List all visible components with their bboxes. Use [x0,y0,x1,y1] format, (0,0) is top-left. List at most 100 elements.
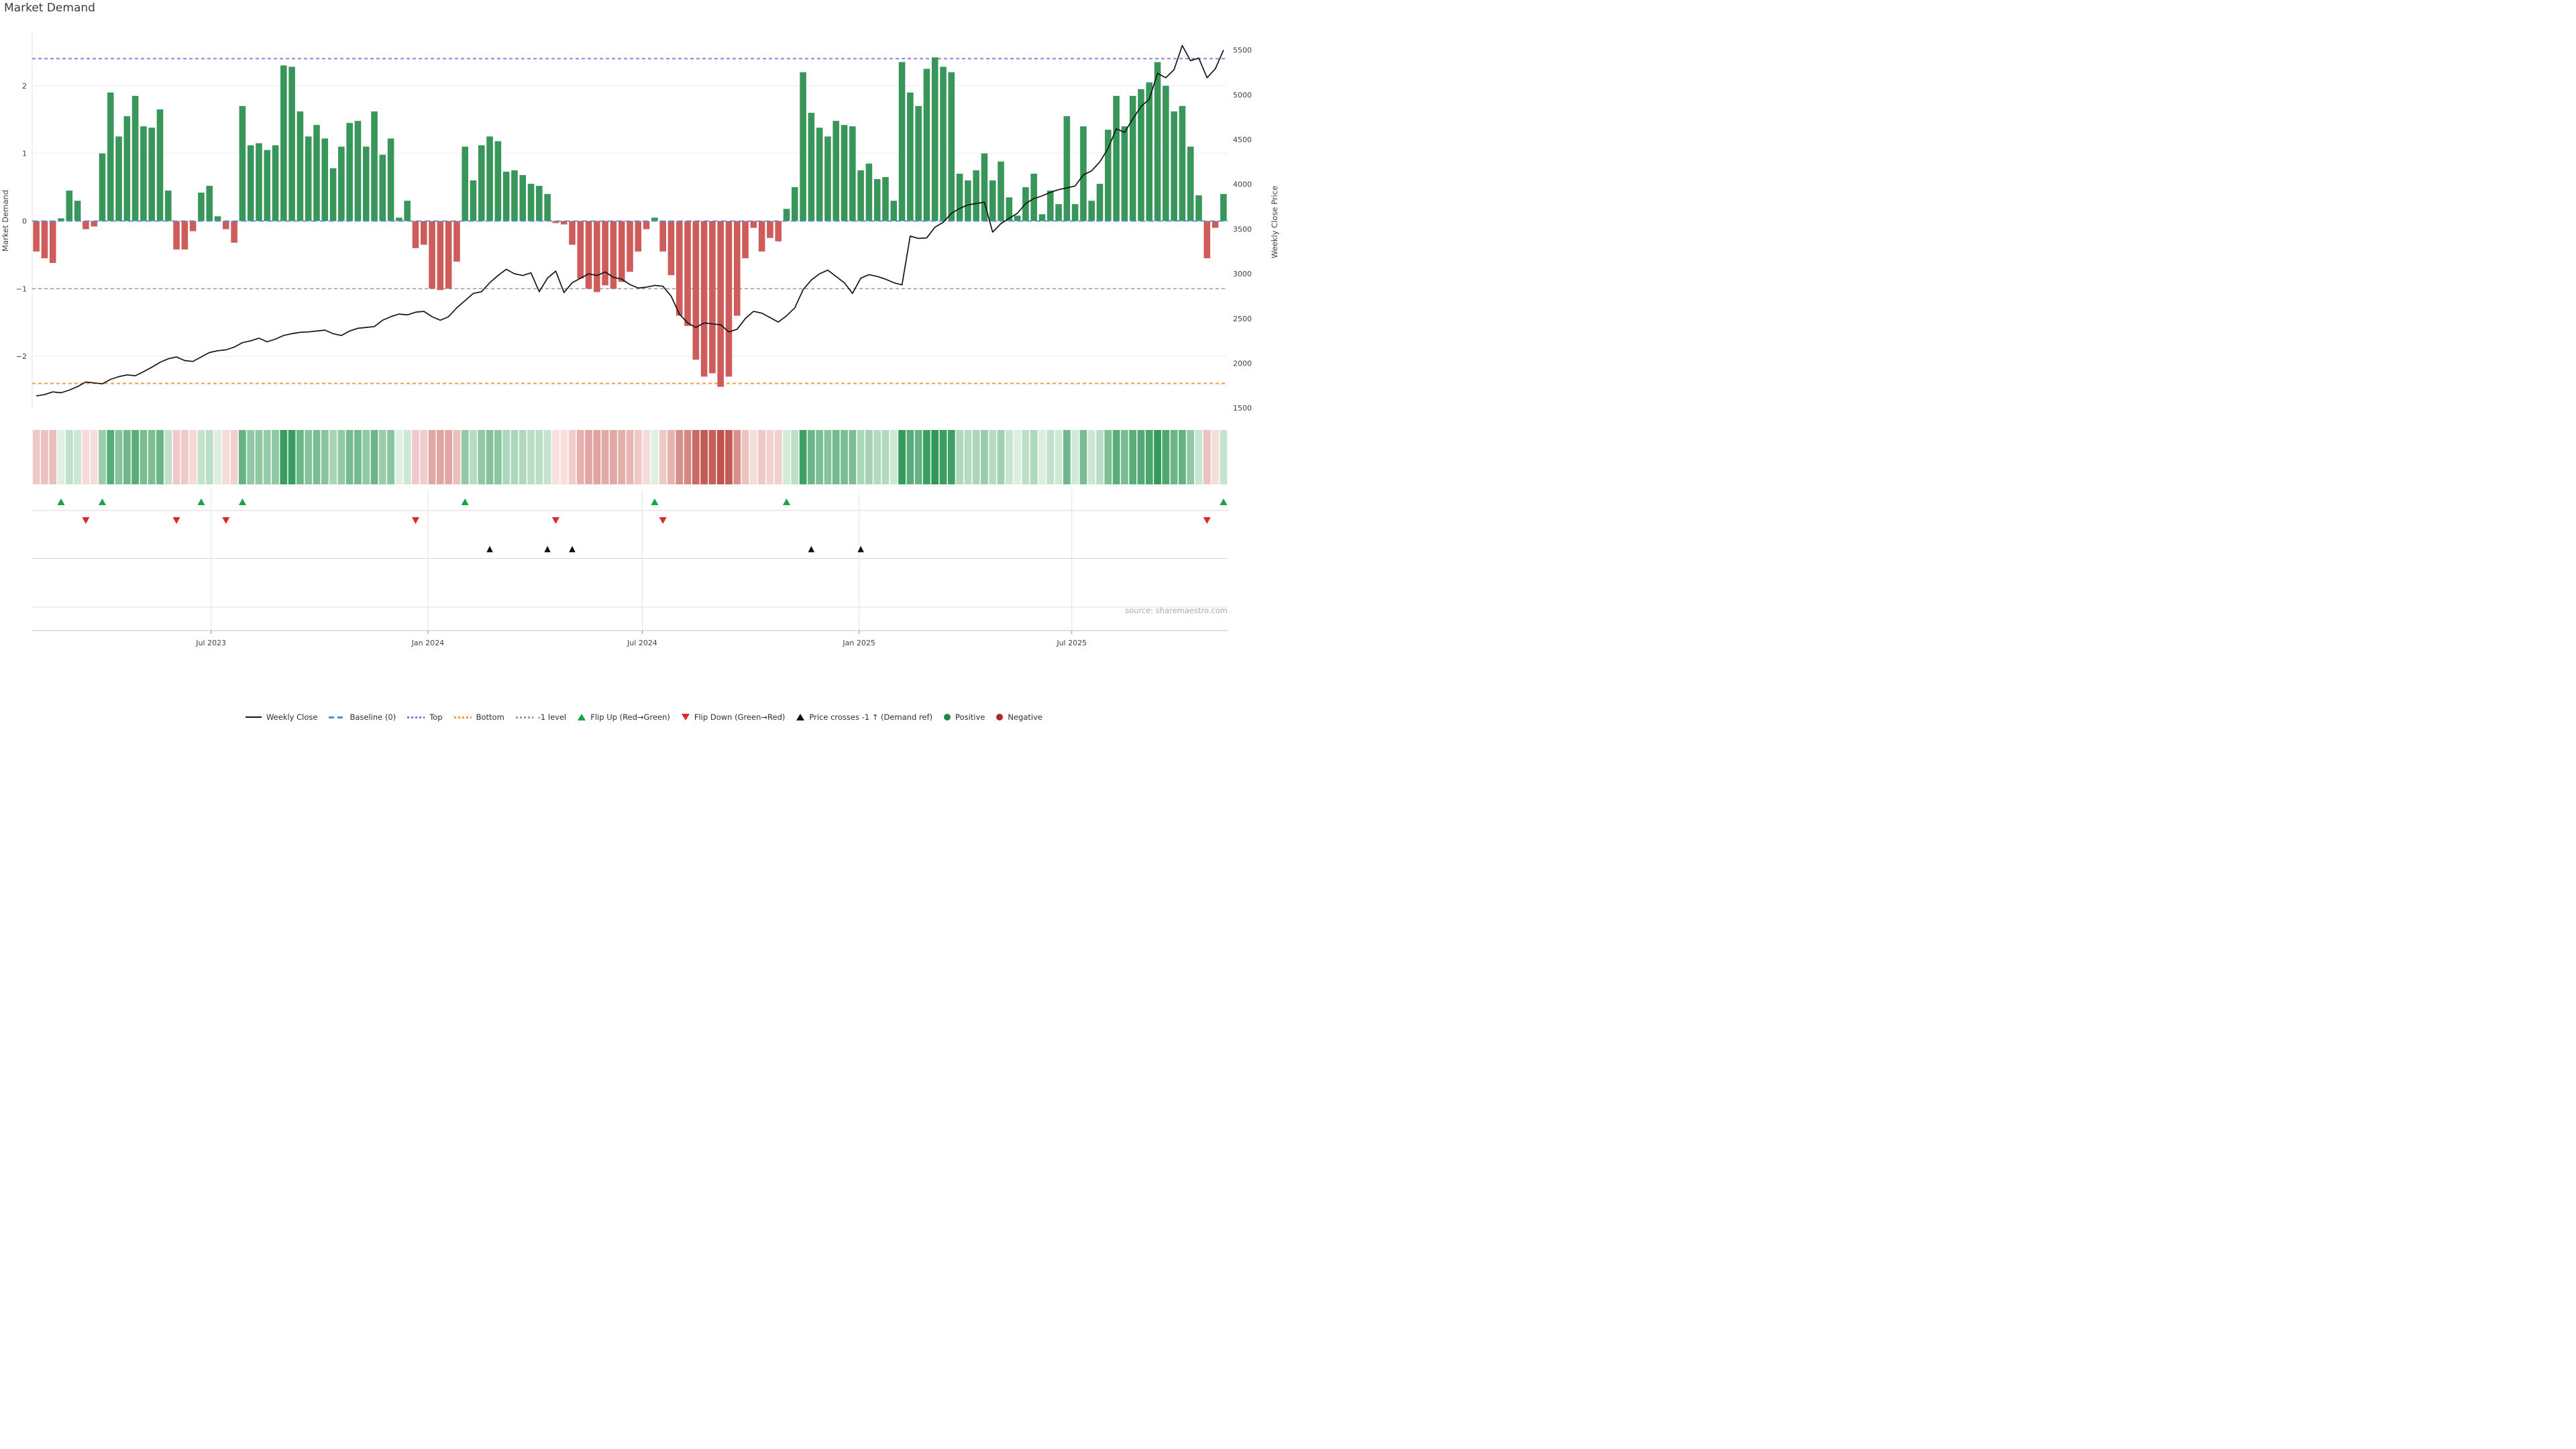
demand-bar [676,221,683,316]
demand-bar [668,221,675,276]
heatmap-cell [964,430,971,484]
demand-bar [1014,215,1021,221]
heatmap-cell [882,430,890,484]
heatmap-cell [552,430,559,484]
demand-bar [989,180,996,221]
demand-bar [742,221,749,258]
demand-bar [684,221,691,326]
y-left-tick-label: −1 [16,284,27,293]
demand-bar [659,221,666,252]
heatmap-cell [164,430,172,484]
legend-label: Bottom [476,712,504,722]
legend-label: Flip Up (Red→Green) [590,712,670,722]
demand-bar [726,221,733,377]
demand-bar [1187,147,1194,221]
heatmap-cell [1129,430,1136,484]
y-right-tick-label: 5500 [1233,46,1252,55]
demand-bar [91,221,97,227]
heatmap-cell [783,430,790,484]
demand-bar [313,125,320,221]
heatmap-cell [222,430,229,484]
demand-bar [157,109,164,221]
heatmap-cell [33,430,40,484]
price-cross-icon [569,546,576,553]
heatmap-cell [833,430,840,484]
legend-item: Weekly Close [246,712,318,722]
heatmap-cell [91,430,98,484]
demand-bar [536,186,543,221]
y-right-tick-label: 2500 [1233,315,1252,323]
heatmap-cell [948,430,955,484]
heatmap-cell [305,430,312,484]
heatmap-cell [502,430,510,484]
legend-item: Price crosses -1 ↑ (Demand ref) [796,712,932,722]
demand-bar [355,121,362,221]
demand-bars [33,57,1226,386]
legend-dash-icon [329,716,345,718]
demand-bar [264,150,270,221]
price-cross-icon [486,546,493,553]
demand-bar [83,221,89,229]
heatmap-cell [82,430,89,484]
heatmap-cell [535,430,543,484]
heatmap-cell [906,430,914,484]
heatmap-cell [1014,430,1021,484]
demand-bar [792,187,798,221]
heatmap-cell [767,430,774,484]
demand-bar [693,221,700,360]
heatmap-cell [1138,430,1145,484]
demand-bar [1072,204,1079,221]
demand-bar [717,221,724,387]
heatmap-cell [494,430,502,484]
heatmap-cell [107,430,114,484]
demand-bar [453,221,460,262]
legend-item: Baseline (0) [329,712,396,722]
demand-bar [940,67,947,221]
demand-bar [380,155,386,221]
flip-down-icon [552,517,559,524]
demand-bar [321,138,328,221]
demand-bar [148,127,155,221]
y-left-tick-label: 0 [22,217,27,226]
demand-bar [1113,96,1120,221]
legend-item: -1 level [516,712,566,722]
demand-bar [280,66,287,221]
legend-label: Price crosses -1 ↑ (Demand ref) [809,712,932,722]
heatmap-cell [700,430,708,484]
demand-bar [569,221,576,245]
demand-bar [767,221,773,238]
x-tick-label: Jul 2023 [195,639,226,647]
price-cross-markers [486,546,864,553]
heatmap-cell [824,430,832,484]
legend-item: Positive [944,712,985,722]
heatmap-cell [198,430,205,484]
demand-bar [503,172,510,221]
flip-up-icon [1220,498,1227,505]
demand-bar [1047,191,1054,221]
heatmap-cell [981,430,988,484]
demand-bar [363,147,370,221]
demand-bar [445,221,452,289]
source-credit: source: sharemaestro.com [1125,606,1228,615]
heatmap-cell [1187,430,1194,484]
heatmap-cell [791,430,798,484]
legend-label: Positive [955,712,985,722]
demand-bar [495,141,502,221]
heatmap-cell [321,430,329,484]
legend-label: Baseline (0) [350,712,396,722]
heatmap-cell [371,430,378,484]
demand-bar [833,121,839,221]
heatmap-cell [429,430,436,484]
heatmap-cell [387,430,394,484]
heatmap-cell [395,430,402,484]
demand-bar [824,136,831,221]
heatmap-cell [989,430,996,484]
heatmap-cell [873,430,881,484]
heatmap-cell [593,430,600,484]
price-cross-icon [857,546,864,553]
heatmap-cell [404,430,411,484]
demand-bar [965,180,971,221]
demand-bar [330,168,337,221]
demand-bar [849,126,856,221]
heatmap-cell [618,430,625,484]
